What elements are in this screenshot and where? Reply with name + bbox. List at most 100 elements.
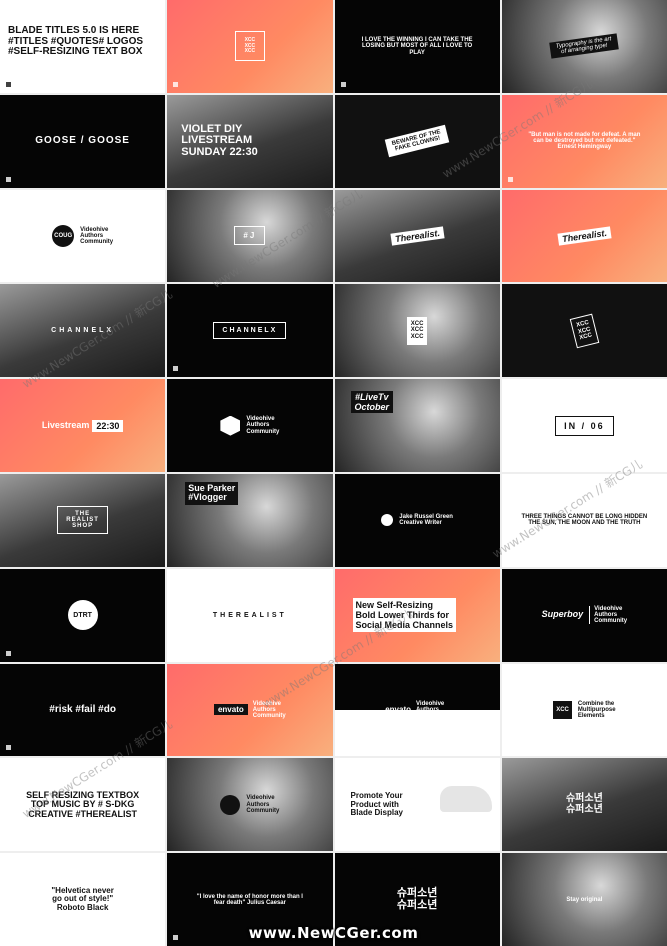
tile-quote: I LOVE THE WINNING I CAN TAKE THE LOSING…: [361, 36, 473, 56]
shop-logo: THE REALIST SHOP: [57, 506, 108, 535]
tile-combine-elements: XCC Combine the Multipurpose Elements: [501, 663, 667, 757]
tile-stay-original: Stay original: [501, 853, 667, 946]
corner-marker-icon: [6, 81, 11, 87]
tile-helvetica-quote: "Helvetica never go out of style!" Robot…: [0, 853, 166, 946]
envato-logo: envato: [213, 704, 248, 716]
tile-xcc-cube: XCC XCC XCC: [167, 0, 333, 93]
tile-subtitle: Videohive Authors Community: [416, 700, 450, 719]
tile-self-resizing-lower-thirds: New Self-Resizing Bold Lower Thirds for …: [334, 568, 500, 662]
xcc-logo: XCC: [553, 700, 572, 719]
tile-therealist-coral: Therealist.: [501, 189, 667, 283]
corner-marker-icon: [173, 81, 179, 87]
tile-korean-photo: 슈퍼소년 슈퍼소년: [501, 758, 667, 852]
tile-label: Typography is the art of arranging type!: [549, 33, 620, 60]
corner-marker-icon: [6, 176, 11, 182]
tile-title: 슈퍼소년 슈퍼소년: [396, 887, 438, 911]
tile-quote: THREE THINGS CANNOT BE LONG HIDDEN THE S…: [521, 514, 648, 527]
xcc-logo: XCC XCC XCC: [569, 313, 599, 348]
tile-superboy: Superboy Videohive Authors Community: [501, 568, 667, 662]
time-badge: 22:30: [92, 419, 124, 432]
tile-label: BEWARE OF THE FAKE CLOWNS!: [384, 124, 450, 158]
tile-typography: Typography is the art of arranging type!: [501, 0, 667, 93]
tile-title: GOOSE / GOOSE: [35, 134, 130, 146]
tile-envato-split: envato Videohive Authors Community: [334, 663, 500, 757]
coug-logo: COUG: [52, 224, 75, 247]
tile-community-hex: Videohive Authors Community: [167, 379, 333, 472]
tile-hemingway-quote: "But man is not made for defeat. A man c…: [501, 94, 667, 188]
sneaker-image: [439, 786, 492, 813]
tile-quote: "Helvetica never go out of style!" Robot…: [51, 886, 114, 912]
tile-title: BLADE TITLES 5.0 IS HERE #TITLES #QUOTES…: [8, 25, 144, 57]
xcc-logo: XCC XCC XCC: [244, 37, 256, 55]
envato-logo: envato: [385, 705, 412, 715]
tile-subtitle: Combine the Multipurpose Elements: [577, 700, 616, 719]
tile-livestream: Livestream 22:30: [0, 379, 166, 472]
tile-community-circles: Videohive Authors Community: [167, 758, 333, 852]
template-preview-grid: BLADE TITLES 5.0 IS HERE #TITLES #QUOTES…: [0, 0, 667, 946]
tile-three-things: THREE THINGS CANNOT BE LONG HIDDEN THE S…: [501, 474, 667, 567]
tile-sue-parker: Sue Parker #Vlogger: [167, 474, 333, 567]
tile-title: Videohive Authors Community: [80, 226, 114, 246]
tile-label: Therealist.: [557, 226, 612, 246]
tile-title: Videohive Authors Community: [246, 416, 280, 435]
tile-risk-fail-do: #risk #fail #do: [0, 663, 166, 757]
tile-fake-clowns: BEWARE OF THE FAKE CLOWNS!: [334, 94, 500, 188]
tile-title: THEREALIST: [212, 611, 287, 619]
tile-dtrt: DTRT: [0, 568, 166, 662]
corner-marker-icon: [173, 935, 179, 940]
tile-subtitle: Videohive Authors Community: [252, 700, 286, 719]
xcc-logo: XCC XCC XCC: [406, 316, 428, 345]
tile-title: Videohive Authors Community: [246, 795, 280, 814]
tile-quote: "But man is not made for defeat. A man c…: [528, 132, 641, 151]
tile-title: New Self-Resizing Bold Lower Thirds for …: [352, 598, 457, 633]
tile-label: #LiveTv October: [350, 391, 394, 414]
tile-title: CHANNELX: [213, 322, 287, 340]
tile-caesar-quote: "I love the name of honor more than I fe…: [167, 853, 333, 946]
tile-livetv: #LiveTv October: [334, 379, 500, 472]
tile-goose: GOOSE / GOOSE: [0, 94, 166, 188]
j-logo: #J: [234, 226, 266, 246]
community-logo: [220, 794, 241, 815]
tile-in06: IN / 06: [501, 379, 667, 472]
tile-title: Stay original: [566, 896, 603, 903]
dtrt-logo: DTRT: [67, 600, 98, 631]
tile-xcc-photo: XCC XCC XCC: [334, 284, 500, 378]
badge-icon: [381, 514, 394, 527]
corner-marker-icon: [6, 650, 11, 656]
tile-subtitle: Videohive Authors Community: [589, 606, 627, 625]
tile-xcc-dark: XCC XCC XCC: [501, 284, 667, 378]
in06-logo: IN / 06: [555, 415, 614, 436]
corner-marker-icon: [507, 176, 513, 182]
tile-title: VIOLET DIY LIVESTREAM SUNDAY 22:30: [181, 122, 258, 158]
tile-channelx-dark: CHANNELX: [167, 284, 333, 378]
tile-title: Promote Your Product with Blade Display: [350, 791, 403, 817]
tile-title: SELF RESIZING TEXTBOX TOP MUSIC BY # S-D…: [26, 789, 140, 819]
tile-coug-community: COUG Videohive Authors Community: [0, 189, 166, 283]
tile-korean-dark: 슈퍼소년 슈퍼소년: [334, 853, 500, 946]
tile-title: CHANNELX: [51, 327, 115, 335]
tile-jake-russel: Jake Russel Green Creative Writer: [334, 474, 500, 567]
tile-title: Sue Parker #Vlogger: [185, 482, 239, 505]
tile-winning-quote: I LOVE THE WINNING I CAN TAKE THE LOSING…: [334, 0, 500, 93]
tile-title: 슈퍼소년 슈퍼소년: [565, 793, 603, 815]
tile-title: Livestream: [41, 419, 90, 430]
tile-label: Therealist.: [390, 226, 445, 246]
tile-blade-titles: BLADE TITLES 5.0 IS HERE #TITLES #QUOTES…: [0, 0, 166, 93]
tile-therealist-text: THEREALIST: [167, 568, 333, 662]
tile-channelx-photo: CHANNELX: [0, 284, 166, 378]
cube-icon: XCC XCC XCC: [234, 31, 265, 62]
corner-marker-icon: [340, 81, 346, 87]
tile-self-resizing-textbox: SELF RESIZING TEXTBOX TOP MUSIC BY # S-D…: [0, 758, 166, 852]
tile-violet-livestream: VIOLET DIY LIVESTREAM SUNDAY 22:30: [167, 94, 333, 188]
tile-title: #risk #fail #do: [49, 703, 116, 715]
tile-therealist-photo: Therealist.: [334, 189, 500, 283]
tile-realist-shop: THE REALIST SHOP: [0, 474, 166, 567]
corner-marker-icon: [173, 366, 179, 372]
tile-quote: "I love the name of honor more than I fe…: [196, 893, 303, 906]
tile-promote-product: Promote Your Product with Blade Display: [334, 758, 500, 852]
tile-envato-coral: envato Videohive Authors Community: [167, 663, 333, 757]
corner-marker-icon: [6, 745, 11, 751]
tile-title: Jake Russel Green Creative Writer: [399, 514, 453, 527]
tile-j-mark: #J: [167, 189, 333, 283]
tile-title: Superboy: [541, 609, 584, 620]
